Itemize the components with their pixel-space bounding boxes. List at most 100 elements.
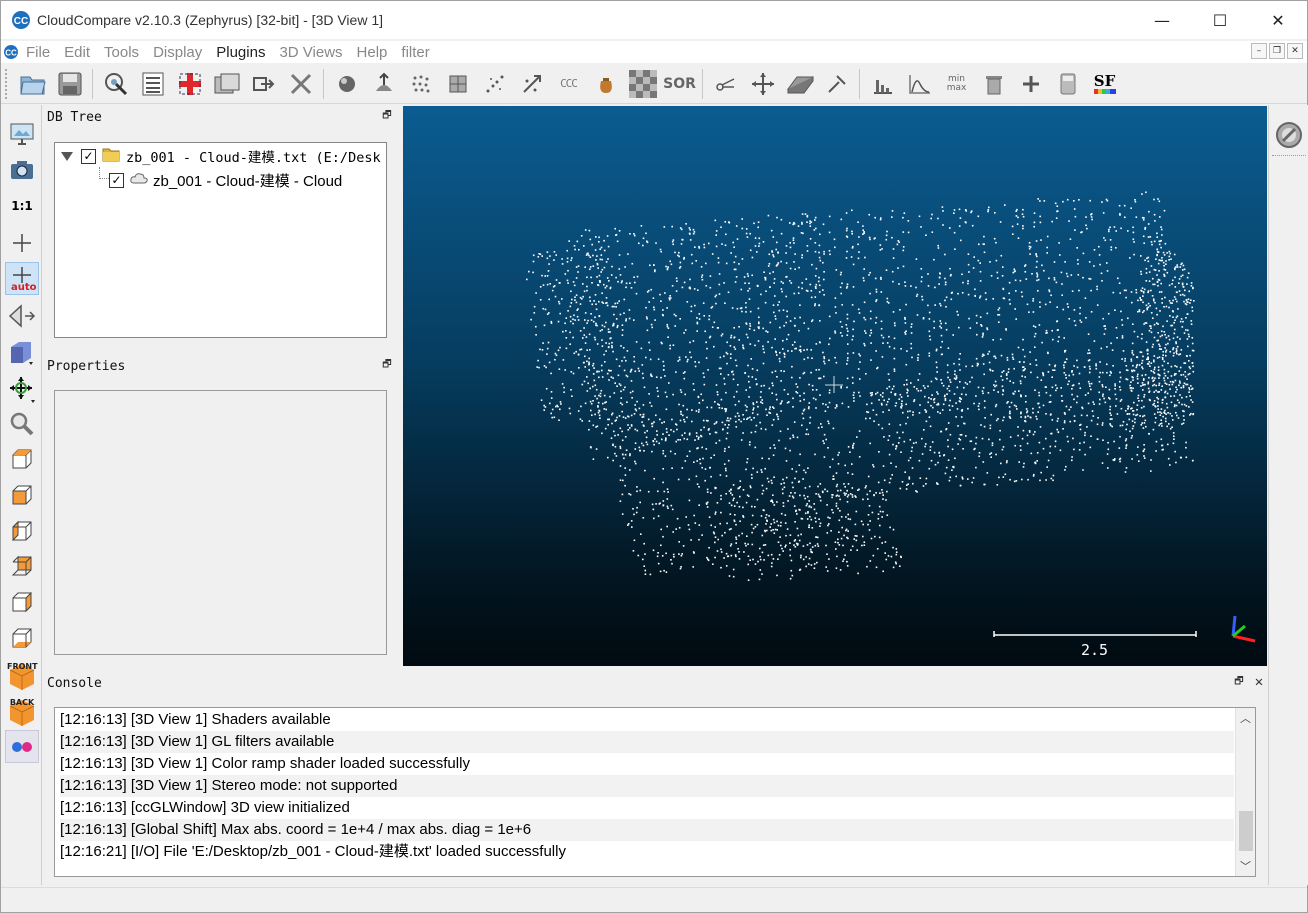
console-close-button[interactable]: ✕ [1251, 674, 1267, 690]
toolbar-separator [92, 68, 93, 99]
maximize-button[interactable]: ☐ [1191, 1, 1249, 39]
min-max-label: min max [946, 73, 967, 93]
console-line: [12:16:13] [3D View 1] GL filters availa… [60, 731, 1234, 753]
sample-points-icon[interactable] [331, 68, 363, 100]
db-tree-title-text: DB Tree [47, 110, 102, 125]
pivot-crosshair-icon[interactable] [5, 226, 39, 259]
properties-view[interactable] [54, 390, 387, 655]
segment-scissors-icon[interactable] [710, 68, 742, 100]
view-toolbar: 1:1 auto FRONT BACK [1, 105, 42, 885]
console-float-button[interactable]: 🗗 [1233, 676, 1245, 688]
normals-icon[interactable] [368, 68, 400, 100]
mdi-minimize-button[interactable]: – [1251, 43, 1267, 59]
clone-icon[interactable] [211, 68, 243, 100]
point-picking-icon[interactable] [821, 68, 853, 100]
add-icon[interactable] [1015, 68, 1047, 100]
front-view-cube-icon[interactable] [5, 478, 39, 511]
menu-help[interactable]: Help [350, 44, 395, 61]
expand-arrow-icon[interactable] [61, 151, 73, 161]
mdi-close-button[interactable]: ✕ [1287, 43, 1303, 59]
menu-file[interactable]: File [19, 44, 57, 61]
close-button[interactable]: ✕ [1249, 1, 1307, 39]
save-icon[interactable] [54, 68, 86, 100]
pan-move-icon[interactable] [5, 372, 39, 405]
select-entities-icon[interactable] [100, 68, 132, 100]
noise-filter-icon[interactable] [479, 68, 511, 100]
scroll-down-arrow-icon[interactable]: ﹀ [1240, 858, 1251, 874]
front-label: FRONT [7, 661, 38, 671]
calculator-icon[interactable] [1052, 68, 1084, 100]
list-icon[interactable] [137, 68, 169, 100]
registration-icon[interactable] [516, 68, 548, 100]
close-all-tools-icon[interactable] [1273, 119, 1305, 151]
left-view-cube-icon[interactable] [5, 514, 39, 547]
front-iso-view-button[interactable]: FRONT [5, 658, 39, 691]
minimize-button[interactable]: — [1133, 1, 1191, 39]
tree-item-cloud[interactable]: ✓ zb_001 - Cloud-建模 - Cloud [109, 169, 342, 191]
perspective-icon[interactable] [5, 299, 39, 332]
camera-icon[interactable] [5, 153, 39, 186]
histogram-icon[interactable] [867, 68, 899, 100]
min-max-icon[interactable]: min max [941, 68, 973, 100]
properties-float-button[interactable]: 🗗 [381, 359, 393, 371]
menu-display[interactable]: Display [146, 44, 209, 61]
console-line: [12:16:13] [ccGLWindow] 3D view initiali… [60, 799, 350, 816]
bottom-view-cube-icon[interactable] [5, 621, 39, 654]
scroll-up-arrow-icon[interactable]: ︿ [1240, 710, 1251, 726]
trash-icon[interactable] [978, 68, 1010, 100]
stereo-glasses-icon[interactable] [5, 730, 39, 763]
main-toolbar: CCC SOR min max SF [1, 64, 1307, 104]
point-cloud-render [526, 191, 1256, 643]
back-iso-view-button[interactable]: BACK [5, 694, 39, 727]
right-toolbar [1268, 105, 1308, 885]
merge-red-cross-icon[interactable] [174, 68, 206, 100]
sack-icon[interactable] [590, 68, 622, 100]
menu-edit[interactable]: Edit [57, 44, 97, 61]
cloud-checkbox[interactable]: ✓ [109, 172, 124, 188]
db-tree-view[interactable]: ✓ zb_001 - Cloud-建模.txt (E:/Desk ✓ zb_00… [54, 142, 387, 338]
one-to-one-zoom-button[interactable]: 1:1 [5, 189, 39, 222]
console-scrollbar[interactable]: ︿ ﹀ [1235, 708, 1255, 876]
subsample-icon[interactable] [405, 68, 437, 100]
tree-branch-line [99, 167, 109, 179]
translate-axes-icon[interactable] [747, 68, 779, 100]
root-checkbox[interactable]: ✓ [81, 148, 96, 164]
auto-label: auto [11, 281, 37, 293]
console-log[interactable]: [12:16:13] [3D View 1] Shaders available… [54, 707, 1256, 877]
top-view-cube-icon[interactable] [5, 442, 39, 475]
screen-icon[interactable] [5, 117, 39, 150]
plane-icon[interactable] [784, 68, 816, 100]
axis-triad-icon [1231, 615, 1256, 643]
scrollbar-thumb[interactable] [1239, 811, 1253, 851]
cube-view-icon[interactable] [5, 335, 39, 368]
3d-view[interactable]: 2.5 [403, 106, 1267, 666]
db-tree-float-button[interactable]: 🗗 [381, 110, 393, 122]
auto-pivot-button[interactable]: auto [5, 262, 39, 295]
properties-panel: Properties 🗗 [43, 356, 399, 666]
ccc-icon[interactable]: CCC [553, 68, 585, 100]
octree-icon[interactable] [442, 68, 474, 100]
checkerboard-icon[interactable] [627, 68, 659, 100]
zoom-magnifier-icon[interactable] [5, 407, 39, 440]
toolbar-grip[interactable] [5, 68, 11, 99]
scalar-field-icon[interactable]: SF [1089, 68, 1121, 100]
open-folder-icon[interactable] [17, 68, 49, 100]
console-line: [12:16:13] [Global Shift] Max abs. coord… [60, 819, 1234, 841]
tree-item-root[interactable]: ✓ zb_001 - Cloud-建模.txt (E:/Desk [61, 145, 381, 167]
cloudcompare-small-logo-icon: CC [3, 44, 19, 60]
translate-rotate-icon[interactable] [248, 68, 280, 100]
db-tree-title: DB Tree 🗗 [43, 107, 399, 129]
back-label: BACK [9, 697, 35, 707]
delete-icon[interactable] [285, 68, 317, 100]
sor-filter-icon[interactable]: SOR [663, 68, 696, 100]
gaussian-icon[interactable] [904, 68, 936, 100]
right-view-cube-icon[interactable] [5, 585, 39, 618]
console-line: [12:16:13] [3D View 1] Shaders available [60, 711, 331, 728]
console-line: [12:16:13] [3D View 1] Stereo mode: not … [60, 775, 1234, 797]
mdi-restore-button[interactable]: ❐ [1269, 43, 1285, 59]
menu-tools[interactable]: Tools [97, 44, 146, 61]
menu-filter[interactable]: filter [394, 44, 436, 61]
menu-plugins[interactable]: Plugins [209, 44, 272, 61]
menu-3d-views[interactable]: 3D Views [272, 44, 349, 61]
back-view-cube-icon[interactable] [5, 549, 39, 582]
